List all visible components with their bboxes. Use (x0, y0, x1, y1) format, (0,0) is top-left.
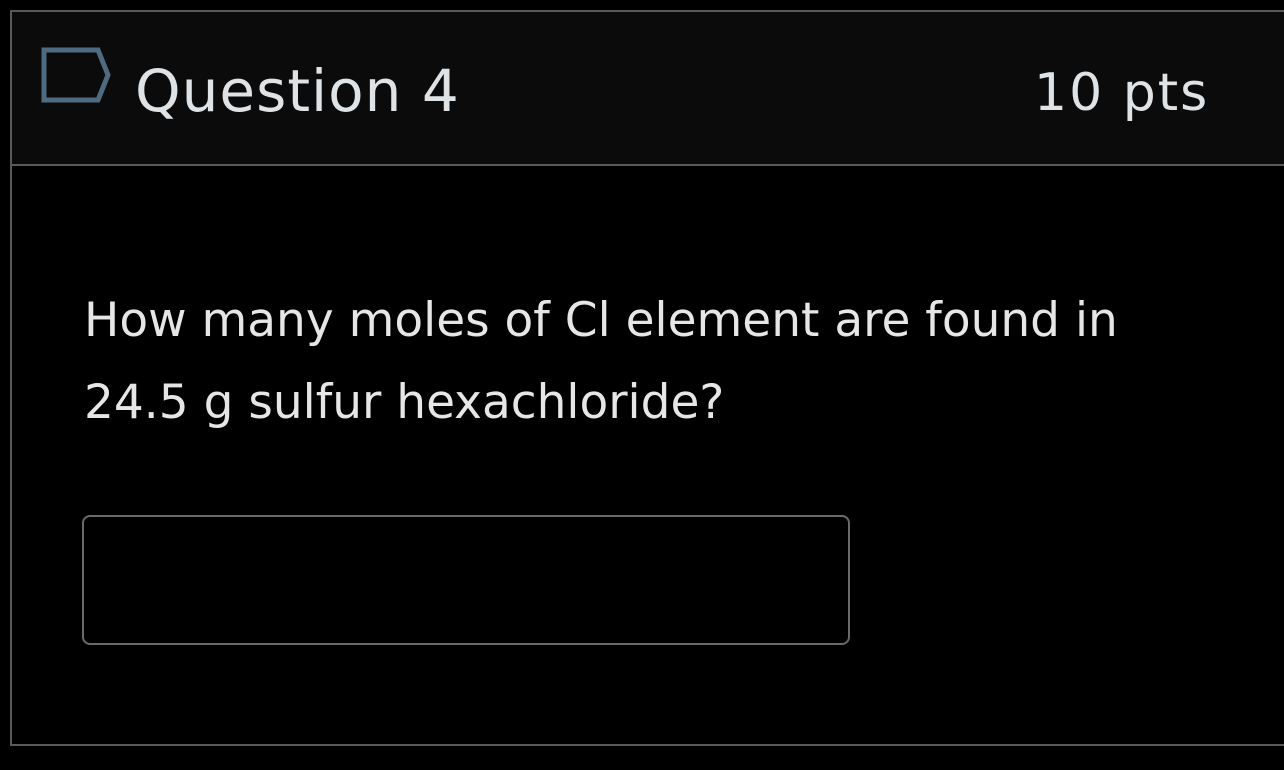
question-points: 10 pts (1034, 63, 1210, 123)
question-title: Question 4 (135, 57, 460, 125)
question-text: How many moles of Cl element are found i… (84, 293, 1118, 430)
flag-bookmark-icon[interactable] (40, 46, 112, 104)
question-card: Question 4 10 pts How many moles of Cl e… (10, 10, 1284, 746)
answer-input[interactable] (82, 515, 850, 645)
question-header: Question 4 10 pts (12, 12, 1284, 166)
